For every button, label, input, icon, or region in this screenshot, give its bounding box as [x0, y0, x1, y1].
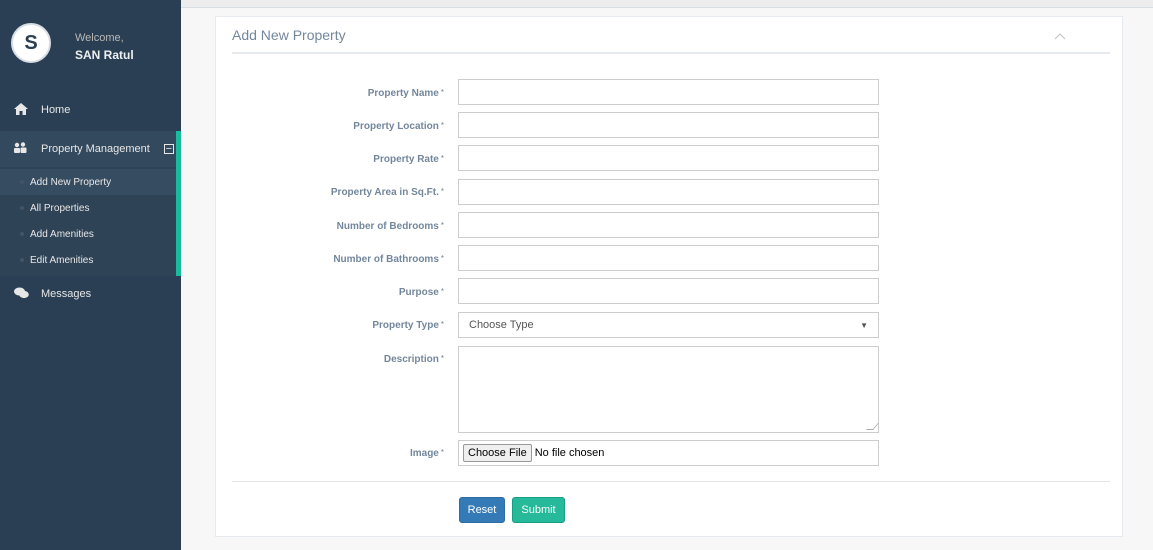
submenu-item-all-properties[interactable]: All Properties	[0, 195, 176, 221]
file-status-text: No file chosen	[534, 447, 605, 459]
bedrooms-input[interactable]	[458, 212, 879, 238]
purpose-input[interactable]	[458, 278, 879, 304]
property-name-input[interactable]	[458, 79, 879, 105]
label-description: Description *	[383, 354, 444, 365]
home-icon	[13, 102, 29, 118]
label-purpose: Purpose *	[398, 287, 444, 298]
label-bedrooms: Number of Bedrooms *	[336, 221, 444, 232]
profile-block: S Welcome, SAN Ratul	[0, 0, 181, 85]
submenu-item-add-new-property[interactable]: Add New Property	[0, 169, 176, 195]
top-bar	[181, 0, 1153, 8]
caret-down-icon: ▼	[860, 320, 868, 330]
submenu-label: Edit Amenities	[30, 254, 94, 266]
form-divider	[232, 481, 1110, 482]
label-image: Image *	[409, 448, 444, 459]
bullet-icon	[20, 232, 24, 236]
label-property-name: Property Name *	[367, 88, 444, 99]
property-area-input[interactable]	[458, 179, 879, 205]
submit-button[interactable]: Submit	[512, 497, 565, 523]
add-property-panel: Add New Property Property Name * Property…	[215, 16, 1123, 537]
sidebar-item-label: Home	[41, 104, 71, 116]
bullet-icon	[20, 206, 24, 210]
submenu-label: All Properties	[30, 202, 90, 214]
select-value: Choose Type	[469, 319, 534, 331]
property-submenu: Add New Property All Properties Add Amen…	[0, 167, 181, 276]
image-file-input[interactable]: Choose File No file chosen	[458, 440, 879, 466]
submenu-label: Add New Property	[30, 176, 112, 188]
choose-file-button[interactable]: Choose File	[463, 444, 532, 462]
property-rate-input[interactable]	[458, 145, 879, 171]
property-type-select[interactable]: Choose Type ▼	[458, 312, 879, 338]
label-bathrooms: Number of Bathrooms *	[333, 254, 444, 265]
submenu-item-edit-amenities[interactable]: Edit Amenities	[0, 247, 176, 273]
sidebar-item-home[interactable]: Home	[0, 92, 181, 128]
description-textarea[interactable]	[458, 346, 879, 433]
username: SAN Ratul	[75, 48, 134, 62]
sidebar-item-property-management[interactable]: Property Management −	[0, 131, 181, 167]
welcome-text: Welcome,	[75, 32, 124, 44]
sidebar-item-label: Messages	[41, 288, 92, 300]
title-divider	[232, 52, 1110, 54]
label-property-type: Property Type *	[372, 320, 444, 331]
collapse-toggle-icon[interactable]: −	[163, 144, 174, 155]
bathrooms-input[interactable]	[458, 245, 879, 271]
label-property-location: Property Location *	[353, 121, 444, 132]
sidebar-item-label: Property Management	[41, 143, 150, 155]
label-property-area: Property Area in Sq.Ft. *	[330, 187, 444, 198]
reset-button[interactable]: Reset	[459, 497, 505, 523]
submenu-item-add-amenities[interactable]: Add Amenities	[0, 221, 176, 247]
property-location-input[interactable]	[458, 112, 879, 138]
submenu-label: Add Amenities	[30, 228, 94, 240]
bullet-icon	[20, 180, 24, 184]
chevron-up-icon[interactable]	[1054, 29, 1068, 43]
bullet-icon	[20, 258, 24, 262]
label-property-rate: Property Rate *	[373, 154, 444, 165]
resize-handle-icon[interactable]	[866, 423, 879, 430]
comments-icon	[13, 287, 29, 302]
avatar[interactable]: S	[11, 23, 51, 63]
sidebar-item-messages[interactable]: Messages	[0, 276, 181, 312]
page-title: Add New Property	[232, 27, 346, 43]
sitemap-icon	[13, 141, 29, 157]
sidebar: S Welcome, SAN Ratul Home Property Manag…	[0, 0, 181, 550]
